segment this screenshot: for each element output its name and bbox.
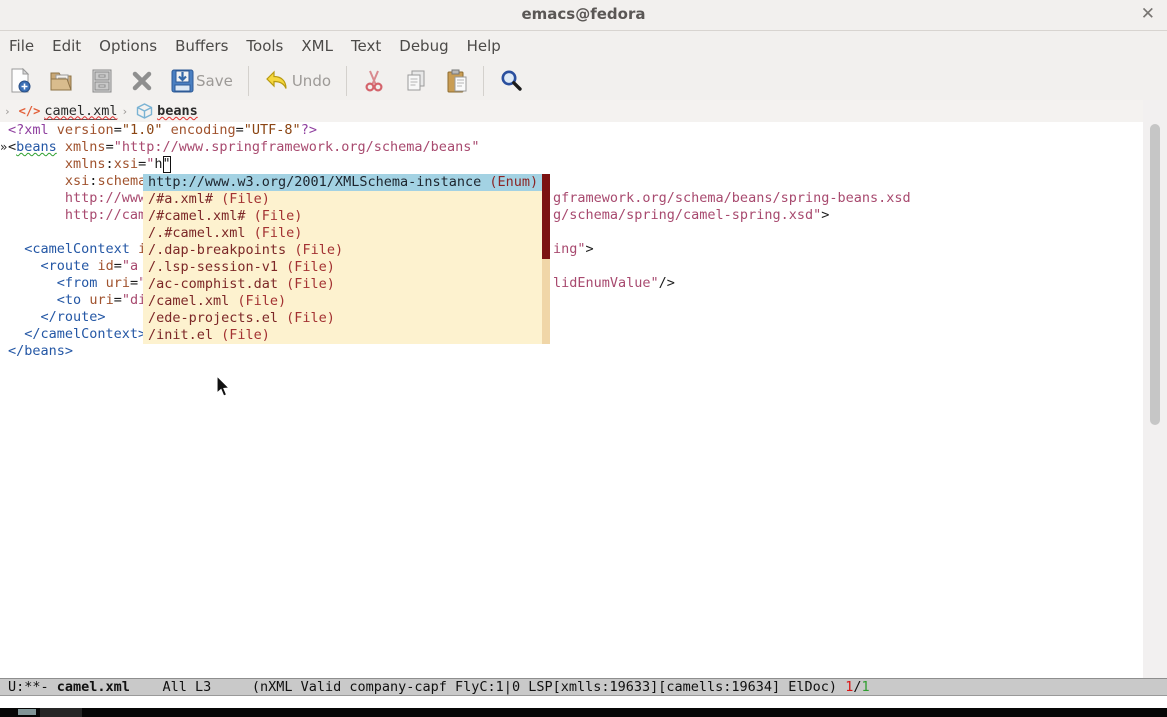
window-title: emacs@fedora [0,5,1167,23]
completion-annotation: (File) [221,191,270,207]
desktop-fragment [18,709,36,715]
completion-annotation: (File) [294,242,343,258]
open-file-button[interactable] [40,64,82,98]
cube-icon [136,103,153,119]
completion-annotation: (File) [254,208,303,224]
popup-scrollbar[interactable] [542,174,550,344]
completion-item[interactable]: /camel.xml (File) [143,293,550,310]
clipboard-paste-icon [446,69,468,93]
close-x-icon [131,70,153,92]
fringe-continuation-icon: » [0,139,8,156]
completion-item[interactable]: /.#camel.xml (File) [143,225,550,242]
breadcrumb-file[interactable]: camel.xml [44,103,117,120]
new-file-icon [9,68,31,94]
completion-popup: http://www.w3.org/2001/XMLSchema-instanc… [143,174,550,344]
toolbar-separator [483,66,484,96]
completion-annotation: (File) [286,276,335,292]
close-icon[interactable]: ✕ [1141,4,1155,24]
copy-button[interactable] [395,64,437,98]
completion-item[interactable]: /#camel.xml# (File) [143,208,550,225]
menu-item-options[interactable]: Options [90,31,166,55]
code-line: »<beans xmlns="http://www.springframewor… [0,139,1143,156]
code-line: </beans> [0,343,1143,360]
completion-item[interactable]: /init.el (File) [143,327,550,344]
scissors-icon [362,69,386,93]
menu-item-debug[interactable]: Debug [390,31,457,55]
menu-item-buffers[interactable]: Buffers [166,31,237,55]
undo-button[interactable]: Undo [255,64,340,98]
echo-area[interactable] [0,696,1167,708]
file-cabinet-icon [91,69,113,93]
search-button[interactable] [490,64,532,98]
vertical-scrollbar[interactable] [1143,100,1167,683]
completion-annotation: (File) [221,327,270,343]
completion-item[interactable]: /.lsp-session-v1 (File) [143,259,550,276]
completion-item[interactable]: http://www.w3.org/2001/XMLSchema-instanc… [143,174,550,191]
code-line: <?xml version="1.0" encoding="UTF-8"?> [0,122,1143,139]
emacs-window: emacs@fedora ✕ FileEditOptionsBuffersToo… [0,0,1167,708]
dired-button[interactable] [82,64,122,98]
completion-item[interactable]: /ac-comphist.dat (File) [143,276,550,293]
completion-annotation: (File) [286,259,335,275]
toolbar: Save Undo [0,62,1167,101]
completion-annotation: (Enum) [489,174,538,190]
popup-scrollbar-thumb[interactable] [542,174,550,259]
scrollbar-thumb[interactable] [1150,124,1160,425]
breadcrumb-chevron-icon: › [4,105,11,118]
undo-label: Undo [292,72,331,90]
breadcrumb-element[interactable]: beans [157,103,198,119]
completion-annotation: (File) [286,310,335,326]
menu-bar: FileEditOptionsBuffersToolsXMLTextDebugH… [0,31,1167,62]
save-label: Save [196,72,233,90]
code-fragment: lidEnumValue"/> [553,275,675,292]
paste-button[interactable] [437,64,477,98]
code-fragment: g/schema/spring/camel-spring.xsd"> [553,207,829,224]
completion-item[interactable]: /#a.xml# (File) [143,191,550,208]
title-bar: emacs@fedora ✕ [0,0,1167,31]
undo-arrow-icon [264,70,290,92]
menu-item-file[interactable]: File [0,31,43,55]
save-button[interactable]: Save [162,64,242,98]
menu-item-help[interactable]: Help [458,31,510,55]
search-icon [499,69,523,93]
menu-item-xml[interactable]: XML [292,31,342,55]
completion-item[interactable]: /.dap-breakpoints (File) [143,242,550,259]
save-icon [171,69,194,93]
menu-item-edit[interactable]: Edit [43,31,90,55]
code-fragment: ing"> [553,241,594,258]
code-fragment: gframework.org/schema/beans/spring-beans… [553,190,911,207]
breadcrumb: › </> camel.xml › beans [0,100,1167,122]
new-file-button[interactable] [0,64,40,98]
xml-file-icon: </> [19,104,41,118]
open-folder-icon [49,69,73,93]
completion-annotation: (File) [237,293,286,309]
cut-button[interactable] [353,64,395,98]
toolbar-separator [248,66,249,96]
desktop-fragment [40,708,82,717]
text-cursor: " [163,156,171,173]
close-buffer-button[interactable] [122,64,162,98]
completion-annotation: (File) [254,225,303,241]
menu-item-text[interactable]: Text [342,31,390,55]
toolbar-separator [346,66,347,96]
code-line: xmlns:xsi="h" [0,156,1143,173]
menu-item-tools[interactable]: Tools [237,31,292,55]
completion-item[interactable]: /ede-projects.el (File) [143,310,550,327]
copy-pages-icon [404,69,428,93]
desktop-strip [0,708,1167,717]
mode-line[interactable]: U:**- camel.xml All L3 (nXML Valid compa… [0,678,1167,696]
breadcrumb-chevron-icon: › [121,105,128,118]
